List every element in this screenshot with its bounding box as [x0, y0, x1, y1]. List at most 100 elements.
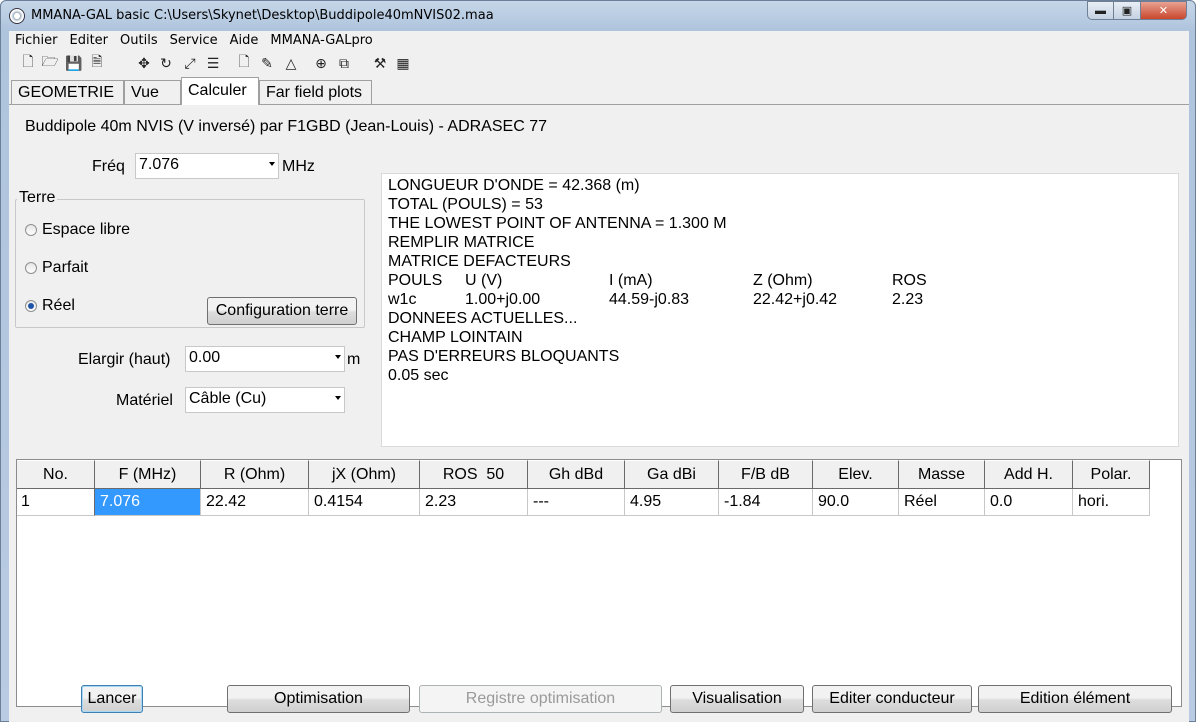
open-folder-icon[interactable]: 🗁 [41, 53, 59, 72]
crosshair-icon[interactable]: ⊕ [312, 54, 330, 72]
cell-masse[interactable]: Réel [899, 489, 985, 516]
calculation-output[interactable]: LONGUEUR D'ONDE = 42.368 (m) TOTAL (POUL… [381, 173, 1179, 447]
output-line: CHAMP LOINTAIN [388, 329, 523, 346]
cell-elev[interactable]: 90.0 [813, 489, 899, 516]
new-file-icon[interactable]: 🗋 [19, 53, 37, 72]
edit-element-button[interactable]: Edition élément [978, 685, 1172, 713]
col-header-freq[interactable]: F (MHz) [95, 460, 201, 489]
menu-editer[interactable]: Editer [64, 31, 115, 51]
chevron-down-icon[interactable] [335, 355, 341, 359]
wire-list-icon[interactable]: ☰ [204, 54, 222, 72]
col-header-masse[interactable]: Masse [899, 460, 985, 489]
results-grid-header: No. F (MHz) R (Ohm) jX (Ohm) ROS 50 Gh d… [17, 460, 1150, 489]
menu-service[interactable]: Service [164, 31, 224, 51]
cell-polar[interactable]: hori. [1073, 489, 1150, 516]
radio-unchecked-icon[interactable] [25, 262, 37, 274]
output-line: THE LOWEST POINT OF ANTENNA = 1.300 M [388, 215, 727, 232]
chevron-down-icon[interactable] [269, 162, 275, 166]
radio-real[interactable]: Réel [25, 297, 75, 315]
menu-fichier[interactable]: Fichier [9, 31, 64, 51]
calculate-panel: Buddipole 40m NVIS (V inversé) par F1GBD… [9, 104, 1189, 722]
cell-ga[interactable]: 4.95 [625, 489, 719, 516]
col-header-addh[interactable]: Add H. [985, 460, 1073, 489]
triangle-icon[interactable]: △ [282, 54, 300, 72]
output-line: MATRICE DEFACTEURS [388, 253, 571, 270]
minimize-button[interactable]: ▬ [1087, 1, 1114, 20]
output-cell: 44.59-j0.83 [609, 291, 690, 308]
results-grid[interactable]: No. F (MHz) R (Ohm) jX (Ohm) ROS 50 Gh d… [16, 459, 1182, 707]
cell-fb[interactable]: -1.84 [719, 489, 813, 516]
title-bar[interactable]: MMANA-GAL basic C:\Users\Skynet\Desktop\… [1, 1, 1195, 31]
cell-addh[interactable]: 0.0 [985, 489, 1073, 516]
client-area: Fichier Editer Outils Service Aide MMANA… [9, 31, 1189, 722]
output-cell: 2.23 [892, 291, 924, 308]
ground-config-button[interactable]: Configuration terre [207, 297, 357, 325]
col-header-elev[interactable]: Elev. [813, 460, 899, 489]
tab-far-field-plots[interactable]: Far field plots [259, 80, 372, 104]
maximize-button[interactable]: ▣ [1114, 1, 1141, 20]
radio-unchecked-icon[interactable] [25, 224, 37, 236]
freq-combo[interactable]: 7.076 [135, 153, 279, 179]
col-header-no[interactable]: No. [17, 460, 95, 489]
tab-calculer[interactable]: Calculer [181, 77, 259, 105]
widen-combo[interactable]: 0.00 [185, 346, 345, 372]
output-col-i: I (mA) [609, 272, 653, 289]
visualization-button[interactable]: Visualisation [670, 685, 804, 713]
app-window: MMANA-GAL basic C:\Users\Skynet\Desktop\… [0, 0, 1196, 722]
rotate-icon[interactable]: ↻ [157, 54, 175, 72]
radio-checked-icon[interactable] [25, 300, 37, 312]
table-row[interactable]: 1 7.076 22.42 0.4154 2.23 --- 4.95 -1.84… [17, 489, 1150, 516]
radio-perfect-label: Parfait [42, 259, 89, 276]
app-logo-icon [9, 8, 25, 24]
col-header-gh[interactable]: Gh dBd [528, 460, 625, 489]
cell-r[interactable]: 22.42 [201, 489, 309, 516]
close-button[interactable]: ✕ [1141, 1, 1187, 20]
run-button[interactable]: Lancer [81, 685, 143, 713]
output-col-z: Z (Ohm) [753, 272, 813, 289]
output-table-row: w1c 1.00+j0.00 44.59-j0.83 22.42+j0.42 2… [388, 290, 1172, 309]
tab-geometrie[interactable]: GEOMETRIE [11, 80, 124, 104]
menu-aide[interactable]: Aide [224, 31, 265, 51]
col-header-polar[interactable]: Polar. [1073, 460, 1150, 489]
cell-ros[interactable]: 2.23 [420, 489, 528, 516]
antenna-description: Buddipole 40m NVIS (V inversé) par F1GBD… [25, 118, 547, 135]
output-line: REMPLIR MATRICE [388, 234, 535, 251]
col-header-jx[interactable]: jX (Ohm) [309, 460, 420, 489]
output-col-pouls: POULS [388, 272, 443, 289]
tab-vue[interactable]: Vue [124, 80, 181, 104]
menu-outils[interactable]: Outils [114, 31, 164, 51]
radio-perfect[interactable]: Parfait [25, 259, 88, 277]
cell-gh[interactable]: --- [528, 489, 625, 516]
material-combo[interactable]: Câble (Cu) [185, 387, 345, 413]
col-header-fb[interactable]: F/B dB [719, 460, 813, 489]
chevron-down-icon[interactable] [335, 396, 341, 400]
cell-freq[interactable]: 7.076 [95, 489, 201, 516]
tools-icon[interactable]: ⚒ [371, 54, 389, 72]
info-doc-icon[interactable]: 🗎 [88, 53, 106, 72]
calculator-icon[interactable]: ▦ [394, 54, 412, 72]
optimization-log-button[interactable]: Registre optimisation [419, 685, 662, 713]
page-icon[interactable]: 🗋 [235, 53, 253, 72]
output-line: LONGUEUR D'ONDE = 42.368 (m) [388, 177, 640, 194]
radio-free-space[interactable]: Espace libre [25, 221, 130, 239]
save-disk-icon[interactable]: 💾 [65, 54, 83, 72]
cell-no[interactable]: 1 [17, 489, 95, 516]
toolbar: 🗋 🗁 💾 🗎 ✥ ↻ ⤢ ☰ 🗋 ✎ △ ⊕ ⧉ ⚒ ▦ [9, 51, 1189, 77]
col-header-ros[interactable]: ROS 50 [420, 460, 528, 489]
draw-icon[interactable]: ✎ [258, 54, 276, 72]
menu-mmana-galpro[interactable]: MMANA-GALpro [264, 31, 378, 51]
col-header-ga[interactable]: Ga dBi [625, 460, 719, 489]
optimize-button[interactable]: Optimisation [227, 685, 410, 713]
move-arrows-icon[interactable]: ✥ [135, 54, 153, 72]
output-line: PAS D'ERREURS BLOQUANTS [388, 348, 620, 365]
freq-unit: MHz [282, 158, 315, 175]
stretch-icon[interactable]: ⤢ [181, 54, 199, 72]
copy-icon[interactable]: ⧉ [335, 54, 353, 72]
cell-jx[interactable]: 0.4154 [309, 489, 420, 516]
col-header-r[interactable]: R (Ohm) [201, 460, 309, 489]
ground-group-title: Terre [17, 189, 58, 207]
output-col-u: U (V) [465, 272, 503, 289]
freq-label: Fréq [92, 158, 125, 175]
output-line: DONNEES ACTUELLES... [388, 310, 578, 327]
edit-wire-button[interactable]: Editer conducteur [812, 685, 972, 713]
